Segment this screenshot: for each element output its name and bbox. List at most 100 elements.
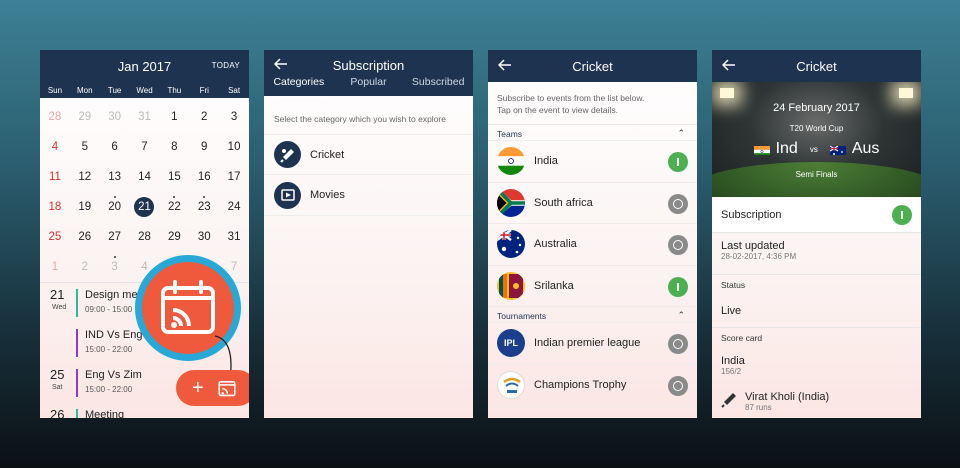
team-row-srilanka[interactable]: Srilanka — [488, 266, 697, 307]
add-event-button[interactable]: + — [192, 377, 204, 400]
tournament-row-ipl[interactable]: IPL Indian premier league — [488, 323, 697, 365]
category-movies[interactable]: Movies — [264, 175, 473, 216]
day-cell[interactable]: 28 — [40, 102, 70, 132]
day-cell[interactable]: 23 — [189, 192, 219, 222]
team2-name: Aus — [851, 140, 880, 157]
event-title: Design me — [85, 289, 138, 301]
day-cell[interactable]: 1 — [40, 252, 70, 282]
weekday-label: Tue — [107, 85, 122, 95]
event-time: 09:00 - 15:00 — [85, 305, 133, 314]
day-cell[interactable]: 27 — [100, 222, 130, 252]
subscribe-toggle-on[interactable] — [668, 152, 688, 172]
day-cell[interactable]: 17 — [219, 162, 249, 192]
day-cell[interactable]: 26 — [70, 222, 100, 252]
subscribe-toggle-off[interactable] — [668, 235, 688, 255]
day-cell[interactable]: 14 — [130, 162, 160, 192]
cricket-icon — [274, 141, 301, 168]
back-arrow-icon[interactable] — [722, 58, 736, 72]
month-title[interactable]: Jan 2017 — [118, 59, 172, 74]
day-cell[interactable]: 15 — [159, 162, 189, 192]
section-teams[interactable]: Teams ⌃ — [488, 125, 697, 141]
subscribe-toggle-on[interactable] — [668, 276, 688, 297]
tournament-row-champions-trophy[interactable]: Champions Trophy — [488, 365, 697, 406]
day-cell[interactable]: 2 — [189, 102, 219, 132]
subscribe-toggle-on[interactable] — [892, 205, 912, 225]
calendar-cast-icon[interactable] — [218, 379, 236, 397]
day-cell[interactable]: 12 — [70, 162, 100, 192]
day-cell[interactable]: 22 — [159, 192, 189, 222]
subscribe-toggle-off[interactable] — [668, 375, 688, 396]
event-title: IND Vs Eng — [85, 329, 143, 341]
tab-categories[interactable]: Categories — [264, 76, 334, 98]
day-cell[interactable]: 11 — [40, 162, 70, 192]
event-color-bar — [76, 369, 78, 397]
day-cell[interactable]: 31 — [130, 102, 160, 132]
team-row-australia[interactable]: Australia — [488, 224, 697, 266]
day-cell[interactable]: 2 — [70, 252, 100, 282]
last-updated-label: Last updated — [721, 240, 785, 252]
day-cell[interactable]: 6 — [100, 132, 130, 162]
event-color-bar — [76, 289, 78, 317]
section-tournaments[interactable]: Tournaments ⌃ — [488, 307, 697, 323]
event-weekday: Wed — [52, 304, 67, 311]
instruction-line: Subscribe to events from the list below. — [497, 93, 645, 103]
back-arrow-icon[interactable] — [498, 58, 512, 72]
subscribe-toggle-off[interactable] — [668, 334, 688, 354]
day-cell[interactable]: 24 — [219, 192, 249, 222]
day-cell[interactable]: 1 — [159, 102, 189, 132]
scorecard-block: Score card India 156/2 Virat Kholi (Indi… — [712, 328, 921, 412]
day-cell[interactable]: 19 — [70, 192, 100, 222]
subscription-row[interactable]: Subscription — [712, 197, 921, 233]
cricket-detail-screen: Cricket 24 February 2017 T20 World Cup I… — [712, 50, 921, 418]
australia-flag-icon — [829, 144, 846, 155]
day-cell[interactable]: 4 — [40, 132, 70, 162]
day-cell[interactable]: 16 — [189, 162, 219, 192]
category-cricket[interactable]: Cricket — [264, 134, 473, 175]
event-color-bar — [76, 329, 78, 357]
team-row-south-africa[interactable]: South africa — [488, 183, 697, 224]
day-cell[interactable]: 3 — [219, 102, 249, 132]
srilanka-flag-icon — [497, 271, 525, 300]
weekday-label: Mon — [77, 85, 93, 95]
day-cell[interactable]: 13 — [100, 162, 130, 192]
category-label: Movies — [310, 189, 345, 201]
day-cell[interactable]: 30 — [189, 222, 219, 252]
match-teams: Ind vs Aus — [712, 140, 921, 158]
team-name: Srilanka — [534, 279, 574, 292]
day-cell[interactable]: 25 — [40, 222, 70, 252]
day-cell[interactable]: 29 — [159, 222, 189, 252]
event-day: 25 — [50, 367, 65, 382]
cricket-bat-icon — [721, 393, 736, 408]
event-time: 15:00 - 22:00 — [85, 385, 133, 394]
day-cell[interactable]: 20 — [100, 192, 130, 222]
tab-popular[interactable]: Popular — [334, 76, 404, 96]
day-cell[interactable]: 30 — [100, 102, 130, 132]
team-name: Australia — [534, 238, 577, 251]
today-button[interactable]: TODAY — [212, 61, 240, 70]
app-header: Subscription — [264, 50, 473, 74]
status-value: Live — [721, 305, 742, 317]
team-row-india[interactable]: India — [488, 141, 697, 183]
weekday-row: Sun Mon Tue Wed Thu Fri Sat — [40, 82, 249, 98]
day-cell[interactable]: 31 — [219, 222, 249, 252]
subscribe-toggle-off[interactable] — [668, 193, 688, 214]
day-cell-selected[interactable]: 21 — [130, 192, 160, 222]
day-cell[interactable]: 29 — [70, 102, 100, 132]
team-name: South africa — [534, 196, 593, 209]
tab-subscribed[interactable]: Subscribed — [403, 76, 473, 96]
day-cell[interactable]: 7 — [130, 132, 160, 162]
day-cell[interactable]: 8 — [159, 132, 189, 162]
day-cell[interactable]: 5 — [70, 132, 100, 162]
chevron-up-icon[interactable]: ⌃ — [677, 128, 685, 139]
category-label: Cricket — [310, 148, 345, 161]
day-cell[interactable]: 3 — [100, 252, 130, 282]
day-cell[interactable]: 10 — [219, 132, 249, 162]
last-updated-block: Last updated 28-02-2017, 4:36 PM — [712, 233, 921, 275]
day-cell[interactable]: 28 — [130, 222, 160, 252]
back-arrow-icon[interactable] — [274, 57, 288, 71]
india-flag-icon — [497, 147, 525, 176]
chevron-up-icon[interactable]: ⌃ — [677, 310, 685, 321]
day-cell[interactable]: 9 — [189, 132, 219, 162]
category-hint: Select the category which you wish to ex… — [274, 114, 446, 124]
day-cell[interactable]: 18 — [40, 192, 70, 222]
